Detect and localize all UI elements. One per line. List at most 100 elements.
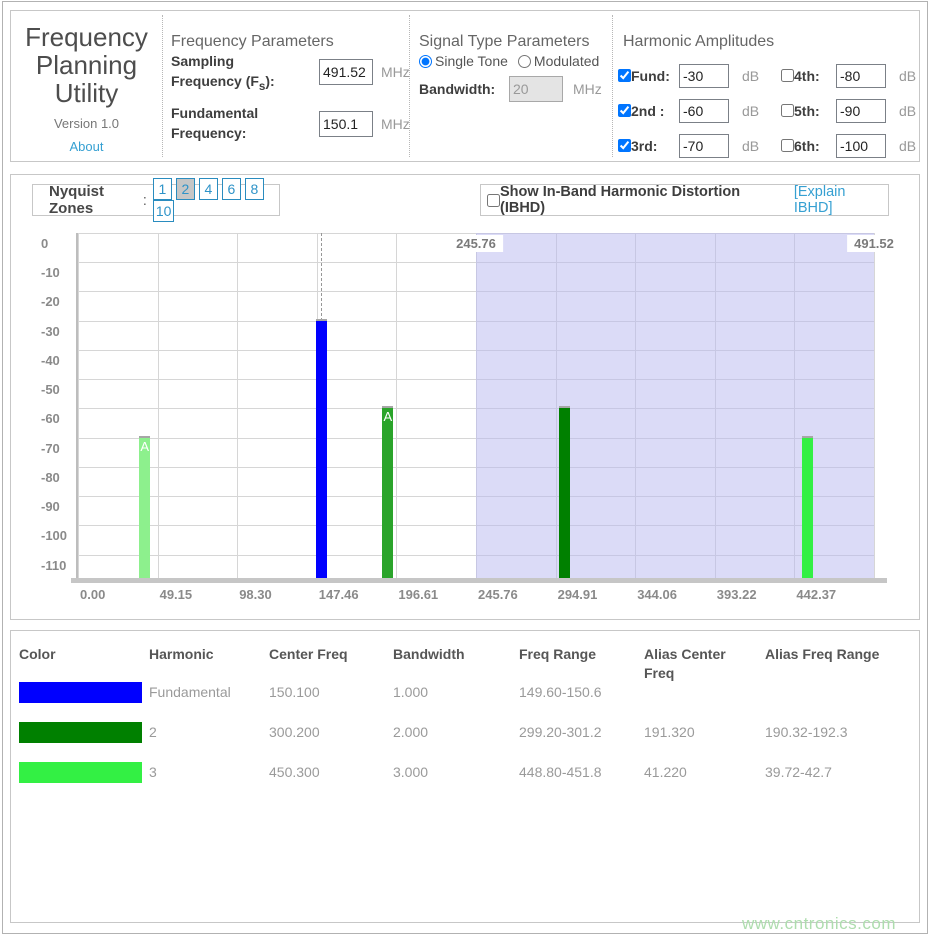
app-title: Frequency Planning Utility <box>11 23 162 107</box>
bandwidth-label: Bandwidth: <box>419 81 495 97</box>
app-title-block: Frequency Planning Utility Version 1.0 A… <box>11 11 162 161</box>
x-gridline-end <box>874 233 875 578</box>
fundamental-marker-line <box>321 233 322 321</box>
y-axis-labels: 0-10-20-30-40-50-60-70-80-90-100-110 <box>41 233 81 593</box>
ibhd-box: Show In-Band Harmonic Distortion (IBHD) … <box>480 184 889 216</box>
sampling-frequency-label: Sampling <box>171 53 234 69</box>
header-separator <box>162 15 163 157</box>
x-tick-label: 442.37 <box>796 587 836 602</box>
harmonic-row: 3rd: dB <box>618 128 759 163</box>
signal-type-radio-group: Single Tone Modulated <box>419 53 609 69</box>
ibhd-label: Show In-Band Harmonic Distortion (IBHD) <box>500 184 789 216</box>
harmonic-row: 5th:dB <box>781 93 916 128</box>
x-gridline <box>78 233 79 578</box>
nyquist-zone-shading <box>476 233 874 578</box>
watermark: www.cntronics.com <box>742 914 896 934</box>
table-cell-alias_freq_range: 190.32-192.3 <box>765 722 848 743</box>
harmonic-label: 3rd: <box>631 138 679 154</box>
harmonics-table: ColorHarmonicCenter FreqBandwidthFreq Ra… <box>10 630 920 923</box>
table-header-2: Center Freq <box>269 645 383 664</box>
table-header-4: Freq Range <box>519 645 634 664</box>
bandwidth-input <box>509 76 563 102</box>
explain-ibhd-link[interactable]: [Explain IBHD] <box>794 184 888 216</box>
nyquist-zone-button-10[interactable]: 10 <box>153 200 175 222</box>
harmonic-amplitude-input[interactable] <box>679 64 729 88</box>
harmonic-amplitude-input[interactable] <box>836 134 886 158</box>
nyquist-zones-label: Nyquist Zones <box>49 183 142 217</box>
signal-type-option[interactable]: Single Tone <box>419 53 508 69</box>
x-tick-label: 196.61 <box>398 587 438 602</box>
y-tick-label: -40 <box>41 353 81 368</box>
bar-3rd-harmonic <box>802 436 813 578</box>
x-tick-label: 98.30 <box>239 587 272 602</box>
x-tick-label: 344.06 <box>637 587 677 602</box>
table-header-0: Color <box>19 645 139 664</box>
signal-type-heading: Signal Type Parameters <box>419 33 589 51</box>
x-axis-line <box>71 578 887 583</box>
x-gridline <box>158 233 159 578</box>
zone-boundary-label: 245.76 <box>449 235 503 252</box>
harmonic-amplitude-input[interactable] <box>679 99 729 123</box>
signal-type-option[interactable]: Modulated <box>518 53 599 69</box>
frequency-parameters-heading: Frequency Parameters <box>171 33 334 51</box>
table-cell-alias_freq_range: 39.72-42.7 <box>765 762 832 783</box>
harmonic-amplitude-input[interactable] <box>679 134 729 158</box>
table-cell-center_freq: 450.300 <box>269 762 320 783</box>
signal-type-radio[interactable] <box>419 55 432 68</box>
nyquist-zone-button-4[interactable]: 4 <box>199 178 218 200</box>
harmonic-unit: dB <box>735 68 759 84</box>
harmonic-unit: dB <box>735 138 759 154</box>
table-cell-bandwidth: 2.000 <box>393 722 428 743</box>
x-tick-label: 49.15 <box>160 587 193 602</box>
harmonic-unit: dB <box>892 138 916 154</box>
fundamental-frequency-input[interactable] <box>319 111 373 137</box>
nyquist-zone-buttons: 12468 10 <box>153 178 279 222</box>
ibhd-checkbox[interactable] <box>487 194 500 207</box>
harmonic-column-1: Fund:dB2nd :dB3rd:dB <box>618 58 759 163</box>
chart-panel: Nyquist Zones : 1246810 Show In-Band Har… <box>10 174 920 620</box>
nyquist-zone-button-2[interactable]: 2 <box>176 178 195 200</box>
harmonic-unit: dB <box>892 103 916 119</box>
harmonic-checkbox[interactable] <box>618 69 631 82</box>
nyquist-zone-button-1[interactable]: 1 <box>153 178 172 200</box>
harmonic-checkbox[interactable] <box>618 104 631 117</box>
y-tick-label: -30 <box>41 324 81 339</box>
bandwidth-unit: MHz <box>573 81 602 97</box>
harmonic-amplitudes-heading: Harmonic Amplitudes <box>623 33 774 51</box>
harmonic-column-2: 4th:dB5th:dB6th:dB <box>781 58 916 163</box>
table-color-swatch <box>19 722 142 743</box>
bar-alias-2nd-harmonic: A <box>382 406 393 578</box>
fundamental-frequency-unit: MHz <box>381 116 410 132</box>
signal-type-option-label: Modulated <box>534 53 599 69</box>
harmonic-checkbox[interactable] <box>618 139 631 152</box>
header-separator <box>612 15 613 157</box>
sampling-frequency-unit: MHz <box>381 64 410 80</box>
bar-fundamental <box>316 319 327 578</box>
header-separator <box>409 15 410 157</box>
x-gridline <box>396 233 397 578</box>
table-cell-alias_center_freq: 41.220 <box>644 762 687 783</box>
signal-type-radio[interactable] <box>518 55 531 68</box>
table-cell-bandwidth: 3.000 <box>393 762 428 783</box>
harmonic-row: 4th:dB <box>781 58 916 93</box>
table-header-5: Alias Center Freq <box>644 645 754 683</box>
about-link[interactable]: About <box>70 139 104 154</box>
nyquist-zone-button-8[interactable]: 8 <box>245 178 264 200</box>
table-header-1: Harmonic <box>149 645 259 664</box>
alias-marker-label: A <box>382 409 393 424</box>
harmonic-checkbox[interactable] <box>781 69 794 82</box>
harmonic-checkbox[interactable] <box>781 139 794 152</box>
version-label: Version 1.0 <box>11 116 162 131</box>
nyquist-zone-button-6[interactable]: 6 <box>222 178 241 200</box>
harmonic-checkbox[interactable] <box>781 104 794 117</box>
sampling-frequency-input[interactable] <box>319 59 373 85</box>
bar-2nd-harmonic <box>559 406 570 578</box>
table-cell-alias_center_freq: 191.320 <box>644 722 695 743</box>
harmonic-amplitude-input[interactable] <box>836 99 886 123</box>
harmonic-row: Fund:dB <box>618 58 759 93</box>
y-tick-label: -10 <box>41 265 81 280</box>
y-tick-label: -70 <box>41 441 81 456</box>
harmonic-unit: dB <box>735 103 759 119</box>
harmonic-amplitude-input[interactable] <box>836 64 886 88</box>
fundamental-frequency-label-2: Frequency: <box>171 125 246 141</box>
